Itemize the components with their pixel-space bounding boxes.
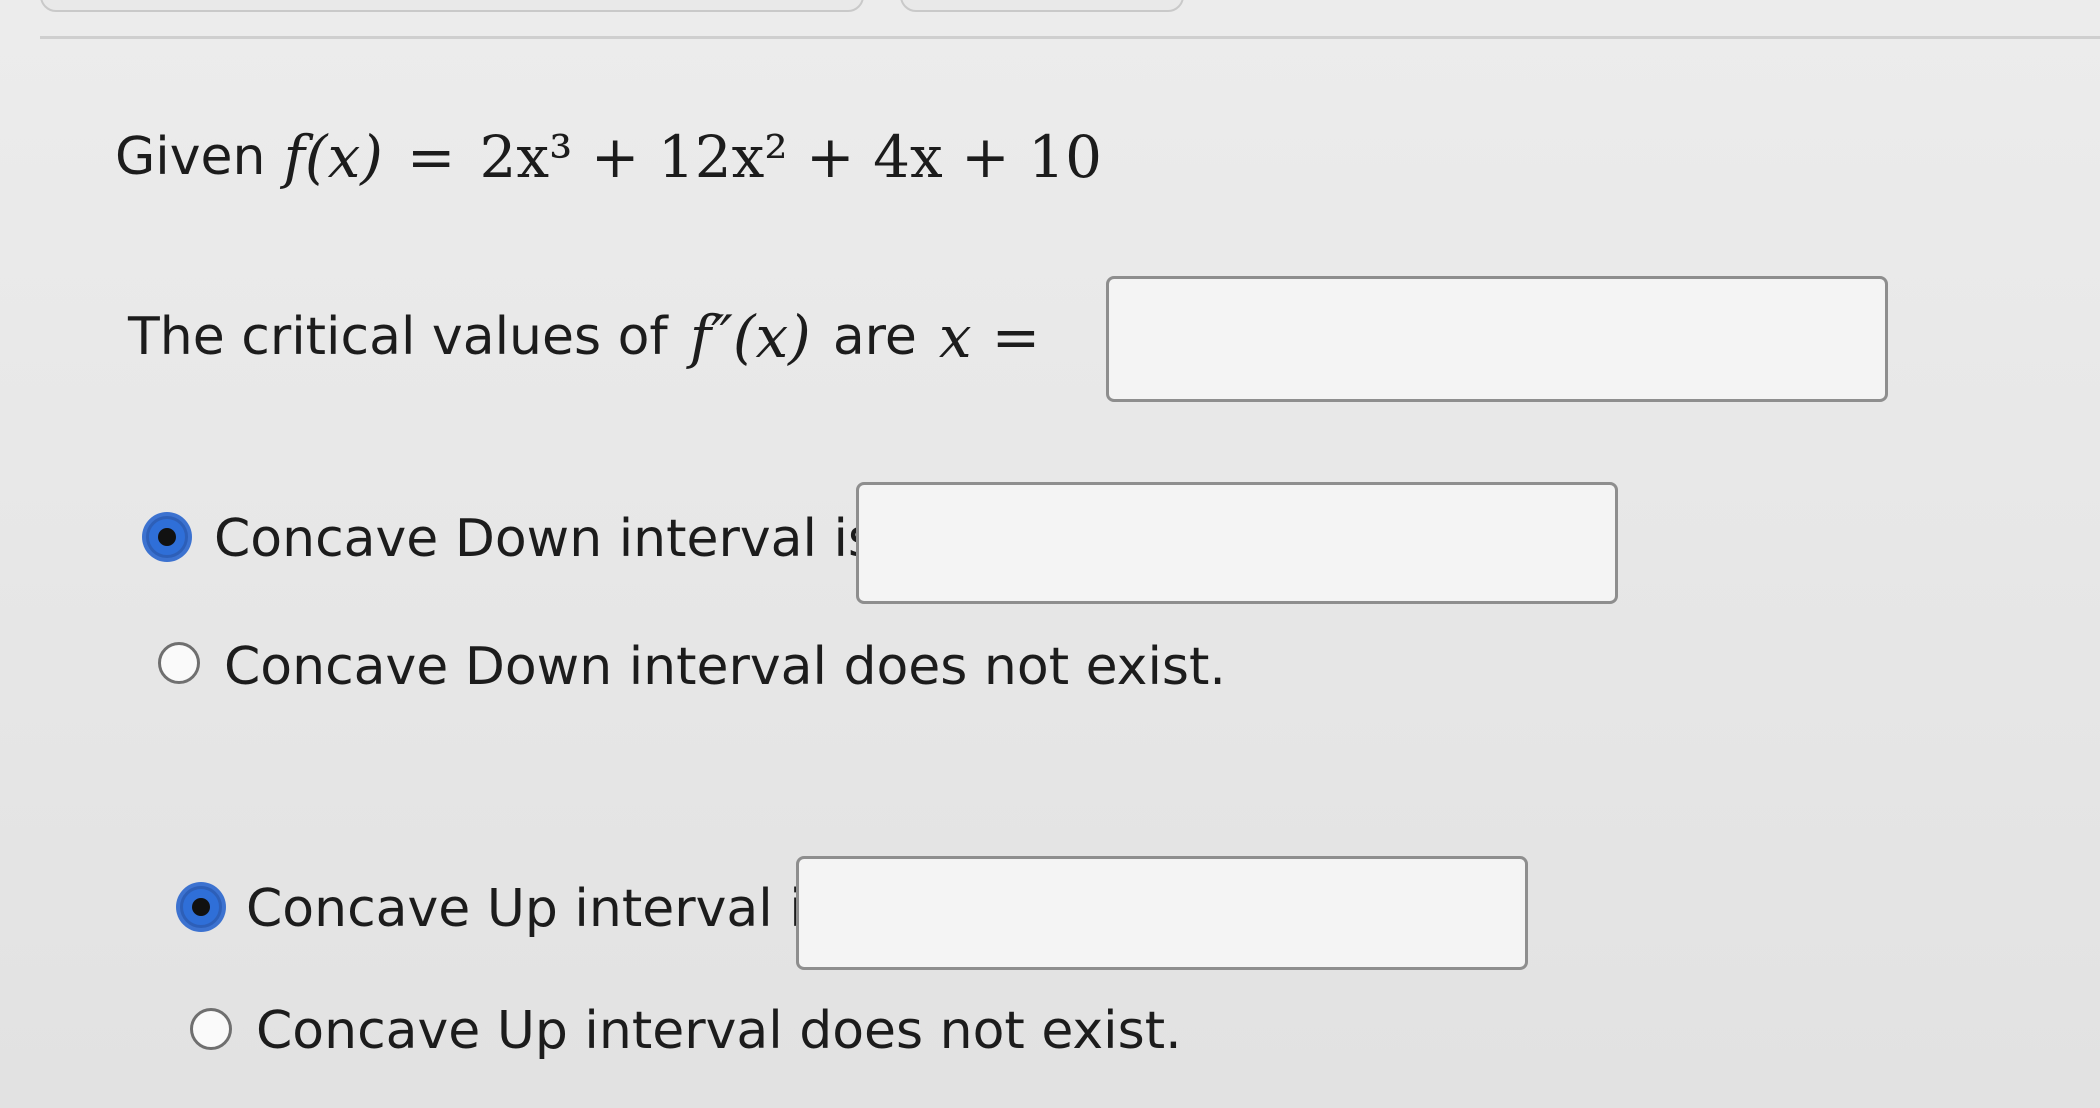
function-lhs: f(x): [283, 123, 383, 191]
concave-up-interval-input[interactable]: [796, 856, 1528, 970]
given-function-line: Given f(x) = 2x³ + 12x² + 4x + 10: [115, 112, 1102, 202]
concave-down-interval-label: Concave Down interval is: [214, 509, 876, 569]
concave-down-interval-radio[interactable]: [146, 516, 188, 558]
concave-up-none-radio[interactable]: [190, 1008, 232, 1050]
concave-up-interval-option: Concave Up interval is: [246, 866, 831, 952]
given-label: Given: [115, 127, 266, 187]
second-derivative: f″(x): [689, 303, 811, 371]
concave-down-none-label: Concave Down interval does not exist.: [224, 637, 1226, 697]
critical-values-line: The critical values of f″(x) are x =: [128, 292, 1040, 382]
critical-middle: are: [832, 307, 917, 367]
concave-down-interval-option: Concave Down interval is: [214, 496, 875, 582]
critical-prefix: The critical values of: [128, 307, 668, 367]
critical-equals: =: [991, 303, 1041, 371]
worksheet-page: Given f(x) = 2x³ + 12x² + 4x + 10 The cr…: [0, 0, 2100, 1108]
concave-down-none-radio[interactable]: [158, 642, 200, 684]
critical-variable: x: [938, 303, 972, 371]
concave-up-interval-label: Concave Up interval is: [246, 879, 831, 939]
function-rhs: 2x³ + 12x² + 4x + 10: [479, 123, 1102, 191]
top-divider: [40, 36, 2100, 39]
concave-up-interval-radio[interactable]: [180, 886, 222, 928]
concave-up-none-label: Concave Up interval does not exist.: [256, 1001, 1182, 1061]
concave-down-none-option: Concave Down interval does not exist.: [224, 624, 1226, 710]
top-tab-right: [900, 0, 1184, 12]
function-equals: =: [406, 123, 456, 191]
critical-values-input[interactable]: [1106, 276, 1888, 402]
top-tab-left: [40, 0, 864, 12]
concave-down-interval-input[interactable]: [856, 482, 1618, 604]
concave-up-none-option: Concave Up interval does not exist.: [256, 988, 1182, 1074]
